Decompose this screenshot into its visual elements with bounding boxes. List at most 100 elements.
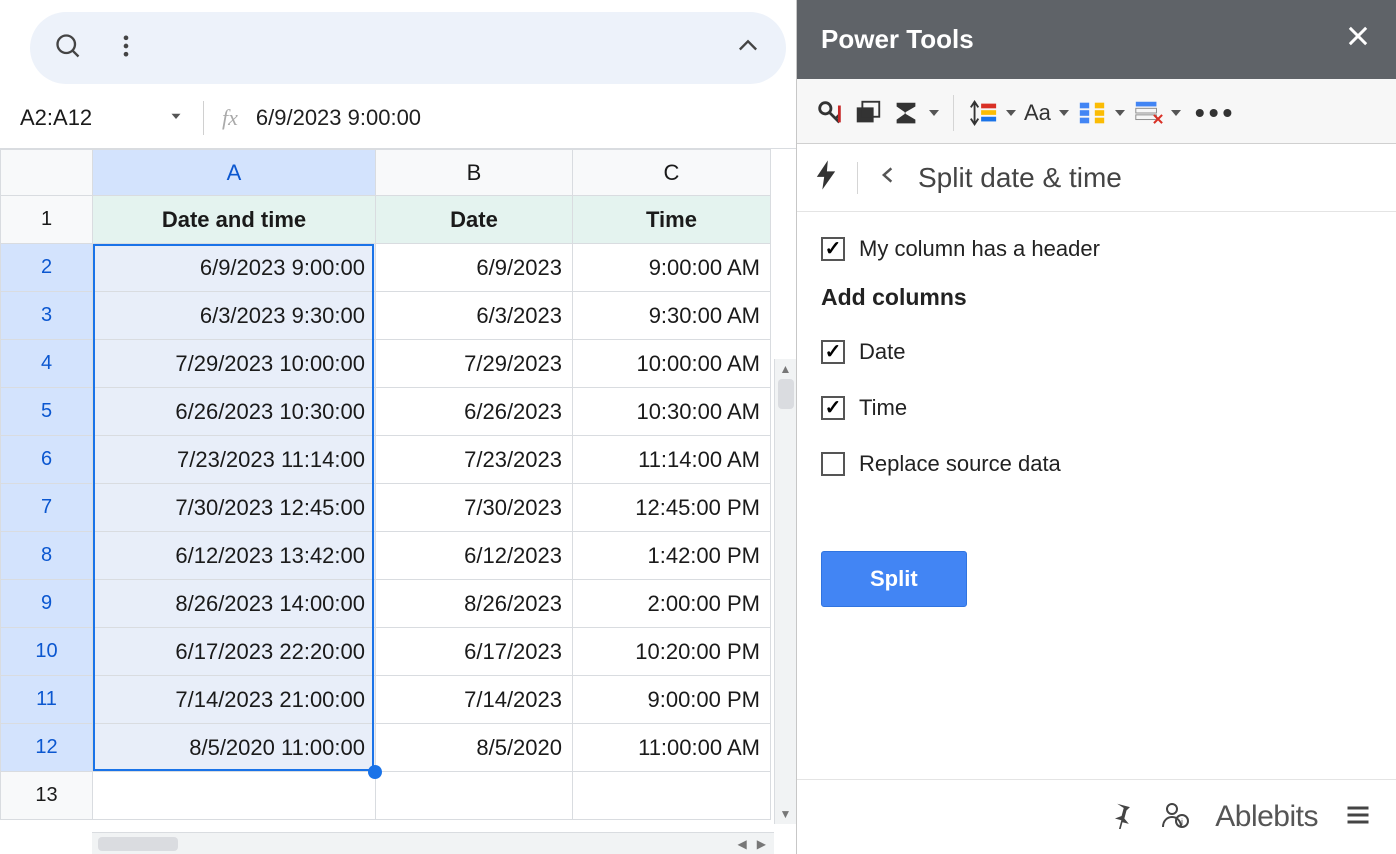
cell[interactable]: 8/26/2023 14:00:00 <box>93 580 376 628</box>
cell[interactable]: 8/5/2020 11:00:00 <box>93 724 376 772</box>
row-header[interactable]: 8 <box>1 532 93 580</box>
fx-icon: fx <box>222 105 238 131</box>
panel-body: My column has a header Add columns Date … <box>797 212 1396 780</box>
name-box[interactable]: A2:A12 <box>20 105 185 131</box>
col-header-b[interactable]: B <box>376 150 573 196</box>
cell[interactable]: 8/26/2023 <box>376 580 573 628</box>
remove-table-icon[interactable]: ✕ <box>1133 98 1181 128</box>
cell[interactable]: 9:00:00 PM <box>573 676 771 724</box>
cell[interactable]: 6/9/2023 9:00:00 <box>93 244 376 292</box>
vertical-scroll-thumb[interactable] <box>778 379 794 409</box>
checkbox-has-header[interactable]: My column has a header <box>821 236 1372 262</box>
close-icon[interactable] <box>1344 22 1372 57</box>
divider <box>203 101 204 135</box>
cell[interactable]: 10:20:00 PM <box>573 628 771 676</box>
formula-bar: A2:A12 fx 6/9/2023 9:00:00 <box>0 94 796 149</box>
cell[interactable]: 6/12/2023 13:42:00 <box>93 532 376 580</box>
cell[interactable]: Date and time <box>93 196 376 244</box>
key-column-icon[interactable] <box>815 98 845 128</box>
cell[interactable]: 6/17/2023 22:20:00 <box>93 628 376 676</box>
grid[interactable]: A B C 1 Date and time Date Time 26/9/202… <box>0 149 771 820</box>
cell[interactable]: 7/30/2023 <box>376 484 573 532</box>
cell[interactable]: 11:14:00 AM <box>573 436 771 484</box>
cell[interactable]: Date <box>376 196 573 244</box>
cell[interactable]: 6/12/2023 <box>376 532 573 580</box>
split-table-icon[interactable] <box>1077 98 1125 128</box>
row-header[interactable]: 7 <box>1 484 93 532</box>
cell[interactable]: 7/23/2023 11:14:00 <box>93 436 376 484</box>
checkbox-replace-source[interactable]: Replace source data <box>821 451 1372 477</box>
horizontal-scroll-thumb[interactable] <box>98 837 178 851</box>
col-header-a[interactable]: A <box>93 150 376 196</box>
cell[interactable]: 6/3/2023 9:30:00 <box>93 292 376 340</box>
panel-footer: i Ablebits <box>797 780 1396 854</box>
name-box-value: A2:A12 <box>20 105 92 131</box>
row-header[interactable]: 6 <box>1 436 93 484</box>
cell[interactable]: 7/14/2023 21:00:00 <box>93 676 376 724</box>
scroll-right-icon[interactable]: ▶ <box>757 837 766 851</box>
row-header[interactable]: 2 <box>1 244 93 292</box>
cell[interactable]: 9:00:00 AM <box>573 244 771 292</box>
row-header[interactable]: 1 <box>1 196 93 244</box>
row-header[interactable]: 10 <box>1 628 93 676</box>
row-header[interactable]: 13 <box>1 772 93 820</box>
cell[interactable]: 1:42:00 PM <box>573 532 771 580</box>
cell[interactable]: 6/26/2023 <box>376 388 573 436</box>
cell[interactable]: 9:30:00 AM <box>573 292 771 340</box>
horizontal-scrollbar[interactable]: ◀ ▶ <box>92 832 774 854</box>
sigma-icon[interactable] <box>891 98 939 128</box>
more-horiz-icon[interactable]: ••• <box>1189 97 1242 129</box>
cell[interactable]: 10:30:00 AM <box>573 388 771 436</box>
cell[interactable] <box>93 772 376 820</box>
cell[interactable]: 6/26/2023 10:30:00 <box>93 388 376 436</box>
search-icon[interactable] <box>54 32 82 65</box>
cell[interactable]: 7/29/2023 10:00:00 <box>93 340 376 388</box>
cell[interactable]: 7/29/2023 <box>376 340 573 388</box>
cell[interactable] <box>573 772 771 820</box>
cell[interactable]: 7/30/2023 12:45:00 <box>93 484 376 532</box>
vertical-scrollbar[interactable]: ▲ ▼ <box>774 359 796 824</box>
row-header[interactable]: 9 <box>1 580 93 628</box>
row-header[interactable]: 11 <box>1 676 93 724</box>
scroll-up-icon[interactable]: ▲ <box>780 359 792 379</box>
col-header-c[interactable]: C <box>573 150 771 196</box>
row-header[interactable]: 12 <box>1 724 93 772</box>
sort-colors-icon[interactable] <box>968 98 1016 128</box>
caret-down-icon[interactable] <box>167 105 185 131</box>
split-button[interactable]: Split <box>821 551 967 607</box>
chevron-left-icon[interactable] <box>878 160 898 195</box>
user-info-icon[interactable]: i <box>1161 801 1189 834</box>
select-all-cell[interactable] <box>1 150 93 196</box>
menu-icon[interactable] <box>1344 801 1372 834</box>
cell[interactable]: 6/17/2023 <box>376 628 573 676</box>
cell[interactable]: 6/3/2023 <box>376 292 573 340</box>
checkbox-label: Time <box>859 395 907 421</box>
cell[interactable]: 7/23/2023 <box>376 436 573 484</box>
formula-input[interactable]: 6/9/2023 9:00:00 <box>256 105 421 131</box>
row-header[interactable]: 3 <box>1 292 93 340</box>
cell[interactable]: 12:45:00 PM <box>573 484 771 532</box>
cell[interactable]: 7/14/2023 <box>376 676 573 724</box>
pin-icon[interactable] <box>1107 801 1135 834</box>
more-vert-icon[interactable] <box>112 32 140 65</box>
cell[interactable]: 11:00:00 AM <box>573 724 771 772</box>
checkbox-time[interactable]: Time <box>821 395 1372 421</box>
scroll-left-icon[interactable]: ◀ <box>738 837 747 851</box>
checkbox-date[interactable]: Date <box>821 339 1372 365</box>
scroll-down-icon[interactable]: ▼ <box>780 804 792 824</box>
checkbox-icon <box>821 237 845 261</box>
separator <box>953 95 954 131</box>
caret-down-icon <box>1006 110 1016 116</box>
cell[interactable]: Time <box>573 196 771 244</box>
bolt-icon[interactable] <box>815 160 837 195</box>
dedupe-icon[interactable] <box>853 98 883 128</box>
chevron-up-icon[interactable] <box>734 32 762 65</box>
cell[interactable] <box>376 772 573 820</box>
cell[interactable]: 8/5/2020 <box>376 724 573 772</box>
text-case-icon[interactable]: Aa <box>1024 100 1069 126</box>
row-header[interactable]: 5 <box>1 388 93 436</box>
cell[interactable]: 6/9/2023 <box>376 244 573 292</box>
cell[interactable]: 10:00:00 AM <box>573 340 771 388</box>
row-header[interactable]: 4 <box>1 340 93 388</box>
cell[interactable]: 2:00:00 PM <box>573 580 771 628</box>
